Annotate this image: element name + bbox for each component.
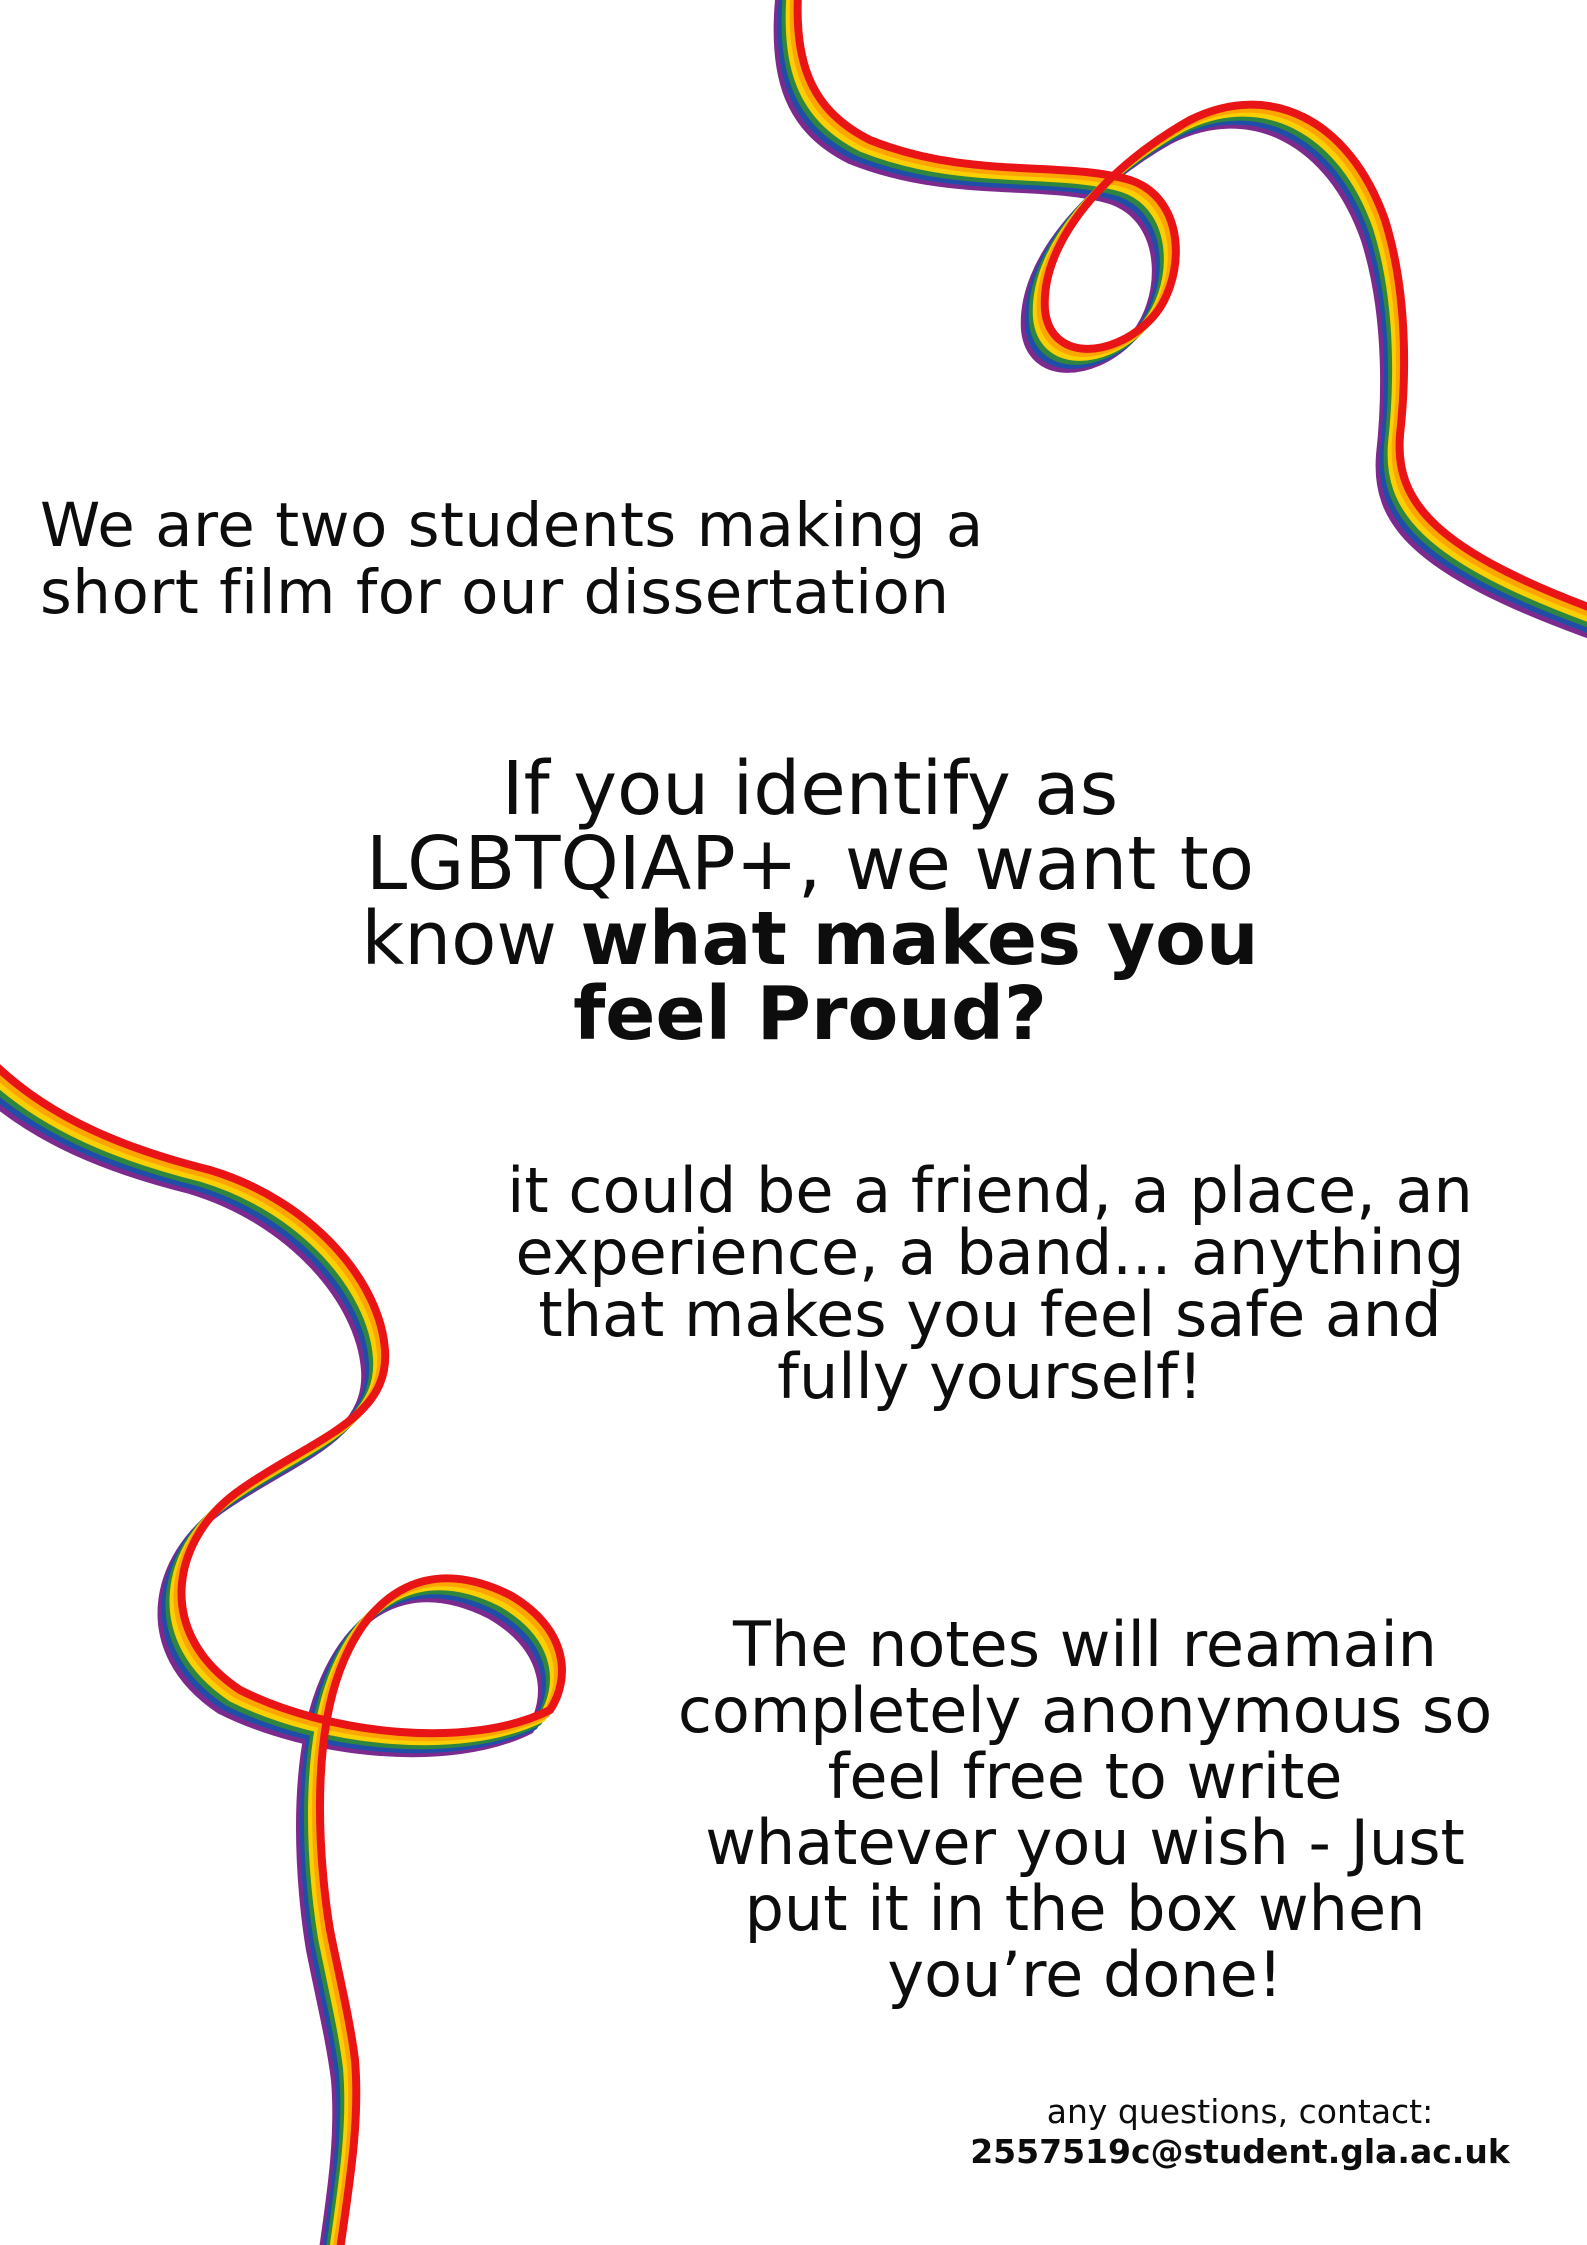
- contact-label: any questions, contact:: [1046, 2092, 1434, 2131]
- anonymity-line-2: completely anonymous so: [677, 1674, 1493, 1747]
- headline: If you identify as LGBTQIAP+, we want to…: [230, 752, 1390, 1052]
- headline-line-2: LGBTQIAP+, we want to: [365, 821, 1255, 907]
- anonymity-line-3: feel free to write: [827, 1740, 1343, 1813]
- anonymity-line-1: The notes will reamain: [733, 1608, 1437, 1681]
- headline-line-1: If you identify as: [501, 746, 1119, 832]
- contact-block: any questions, contact: 2557519c@student…: [900, 2092, 1580, 2172]
- examples-line-4: fully yourself!: [777, 1340, 1203, 1413]
- intro-line-1: We are two students making a: [40, 490, 984, 561]
- intro-text: We are two students making a short film …: [40, 492, 1140, 626]
- contact-email[interactable]: 2557519c@student.gla.ac.uk: [900, 2132, 1580, 2172]
- anonymity-text: The notes will reamain completely anonym…: [585, 1612, 1585, 2008]
- headline-line-3-prefix: know: [361, 896, 581, 982]
- anonymity-line-4: whatever you wish - Just: [705, 1806, 1465, 1879]
- examples-text: it could be a friend, a place, an experi…: [395, 1160, 1585, 1408]
- headline-line-3-bold: what makes you: [580, 896, 1259, 982]
- anonymity-line-6: you’re done!: [887, 1938, 1283, 2011]
- intro-line-2: short film for our dissertation: [40, 557, 950, 628]
- anonymity-line-5: put it in the box when: [744, 1872, 1426, 1945]
- headline-line-4: feel Proud?: [573, 971, 1047, 1057]
